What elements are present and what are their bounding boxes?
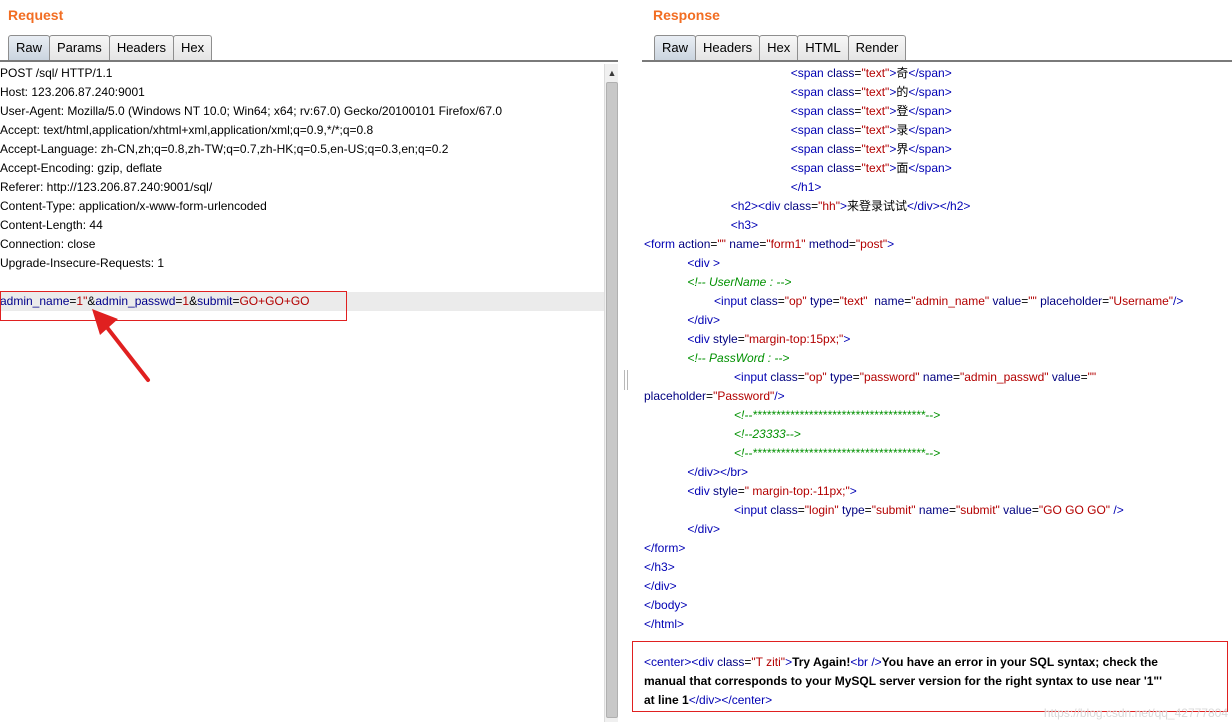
tab-render[interactable]: Render bbox=[847, 35, 907, 61]
request-line: Content-Length: 44 bbox=[0, 218, 103, 232]
code-line: <!-- UserName : --> bbox=[644, 273, 1232, 292]
span-char: 录 bbox=[896, 123, 909, 137]
response-title: Response bbox=[653, 7, 720, 23]
request-panel: Request Raw Params Headers Hex POST /sql… bbox=[0, 0, 620, 722]
code-line: <div style=" margin-top:-11px;"> bbox=[687, 484, 857, 498]
request-line: Accept-Language: zh-CN,zh;q=0.8,zh-TW;q=… bbox=[0, 142, 449, 156]
request-line: Content-Type: application/x-www-form-url… bbox=[0, 199, 267, 213]
code-line: <h2><div class="hh">来登录试试</div></h2> bbox=[730, 199, 971, 213]
code-line: </form> bbox=[644, 541, 686, 555]
span-char: 界 bbox=[896, 142, 909, 156]
request-line: Connection: close bbox=[0, 237, 96, 251]
payload-highlight-box bbox=[0, 291, 347, 321]
response-editor[interactable]: <span class="text">奇</span> <span class=… bbox=[644, 64, 1232, 722]
request-title: Request bbox=[8, 7, 64, 23]
request-line: Host: 123.206.87.240:9001 bbox=[0, 85, 145, 99]
span-char: 登 bbox=[896, 104, 909, 118]
code-line: </body> bbox=[644, 598, 688, 612]
code-line: <!--************************************… bbox=[644, 406, 1232, 425]
tab-divider bbox=[0, 60, 618, 62]
tab-divider bbox=[642, 60, 1232, 62]
annotation-arrow-icon bbox=[92, 309, 150, 382]
comment: <!-- UserName : --> bbox=[687, 275, 792, 289]
code-line: </div> bbox=[644, 579, 677, 593]
comment: <!-- PassWord : --> bbox=[687, 351, 790, 365]
request-editor[interactable]: POST /sql/ HTTP/1.1 Host: 123.206.87.240… bbox=[0, 64, 604, 722]
tab-raw[interactable]: Raw bbox=[654, 35, 697, 61]
code-line: <div > bbox=[687, 256, 721, 270]
splitter-grip-icon[interactable] bbox=[624, 370, 628, 390]
panel-splitter[interactable] bbox=[620, 0, 632, 722]
code-line: </h1> bbox=[790, 180, 822, 194]
code-line: placeholder="Password"/> bbox=[644, 389, 785, 403]
watermark: https://blog.csdn.net/qq_42777804 bbox=[1043, 706, 1228, 720]
code-line: </div></br> bbox=[687, 465, 749, 479]
code-line: <!--23333--> bbox=[644, 425, 1232, 444]
tab-raw[interactable]: Raw bbox=[8, 35, 51, 61]
code-line: <input class="login" type="submit" name=… bbox=[734, 503, 1124, 517]
error-highlight-box bbox=[632, 641, 1228, 712]
code-line: <span class="text">面</span> bbox=[790, 161, 952, 175]
code-line: <span class="text">界</span> bbox=[790, 142, 952, 156]
code-line: <input class="op" type="text" name="admi… bbox=[714, 294, 1184, 308]
request-line: POST /sql/ HTTP/1.1 bbox=[0, 66, 113, 80]
tab-hex[interactable]: Hex bbox=[172, 35, 213, 61]
h2-text: 来登录试试 bbox=[847, 199, 908, 213]
request-line: Accept-Encoding: gzip, deflate bbox=[0, 161, 163, 175]
request-scrollbar[interactable]: ▲ bbox=[604, 64, 618, 722]
code-line: <span class="text">奇</span> bbox=[790, 66, 952, 80]
tab-params[interactable]: Params bbox=[49, 35, 110, 61]
code-line: <span class="text">登</span> bbox=[790, 104, 952, 118]
request-line: Accept: text/html,application/xhtml+xml,… bbox=[0, 123, 374, 137]
code-line: </h3> bbox=[644, 560, 675, 574]
code-line: <!--************************************… bbox=[644, 444, 1232, 463]
tab-hex[interactable]: Hex bbox=[759, 35, 799, 61]
code-line: <!-- PassWord : --> bbox=[644, 349, 1232, 368]
span-char: 奇 bbox=[896, 66, 909, 80]
request-tabs: Raw Params Headers Hex bbox=[8, 35, 213, 61]
tab-headers[interactable]: Headers bbox=[695, 35, 761, 61]
tab-headers[interactable]: Headers bbox=[108, 35, 174, 61]
code-line: </html> bbox=[644, 617, 685, 631]
response-tabs: Raw Headers Hex HTML Render bbox=[654, 35, 907, 61]
code-line: <span class="text">的</span> bbox=[790, 85, 952, 99]
request-line: Referer: http://123.206.87.240:9001/sql/ bbox=[0, 180, 213, 194]
code-line: <span class="text">录</span> bbox=[790, 123, 952, 137]
code-line: <div style="margin-top:15px;"> bbox=[687, 332, 851, 346]
comment: <!--************************************… bbox=[734, 408, 941, 422]
comment: <!--23333--> bbox=[734, 427, 801, 441]
span-char: 面 bbox=[896, 161, 909, 175]
code-line: </div> bbox=[687, 313, 721, 327]
request-line: Upgrade-Insecure-Requests: 1 bbox=[0, 256, 165, 270]
comment: <!--************************************… bbox=[734, 446, 941, 460]
code-line: </div> bbox=[687, 522, 721, 536]
response-panel: Response Raw Headers Hex HTML Render <sp… bbox=[632, 0, 1232, 722]
tab-html[interactable]: HTML bbox=[797, 35, 849, 61]
code-line: <form action="" name="form1" method="pos… bbox=[644, 237, 895, 251]
scroll-up-icon[interactable]: ▲ bbox=[606, 66, 618, 80]
request-line: User-Agent: Mozilla/5.0 (Windows NT 10.0… bbox=[0, 104, 503, 118]
scrollbar-thumb[interactable] bbox=[606, 82, 618, 718]
code-line: <input class="op" type="password" name="… bbox=[734, 370, 1097, 384]
code-line: <h3> bbox=[730, 218, 759, 232]
span-char: 的 bbox=[896, 85, 909, 99]
